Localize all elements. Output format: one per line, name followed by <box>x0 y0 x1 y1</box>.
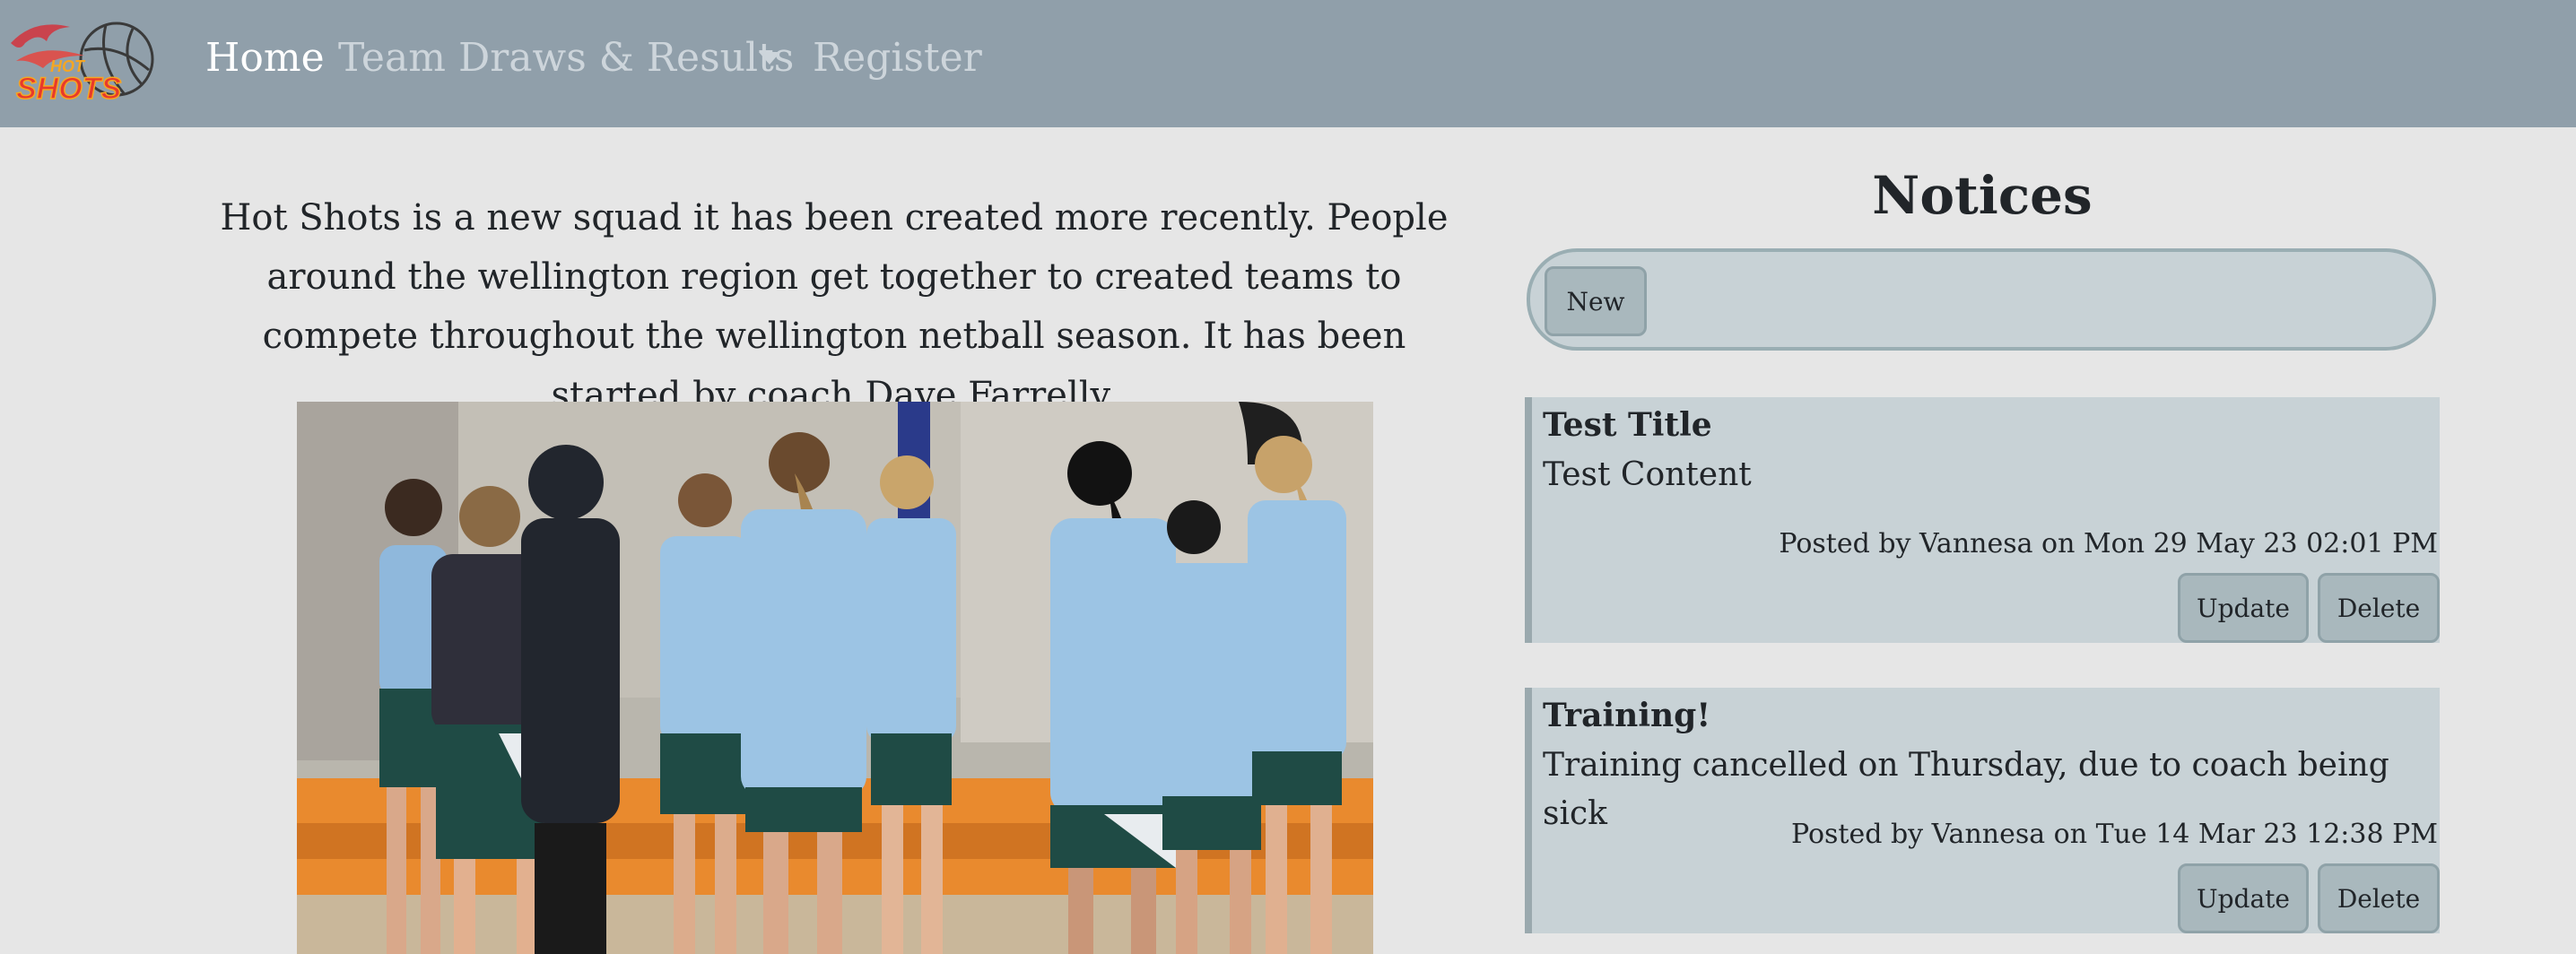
new-notice-button[interactable]: New <box>1545 266 1647 336</box>
notices-heading: Notices <box>1872 165 2093 226</box>
update-button[interactable]: Update <box>2178 573 2309 643</box>
notice-title: Test Title <box>1543 406 1712 444</box>
chevron-down-icon[interactable] <box>759 52 780 65</box>
nav-draws-results[interactable]: Draws & Results <box>458 32 794 84</box>
navbar: HOT SHOTS Home Team Draws & Results Regi… <box>0 0 2576 127</box>
notice-meta: Posted by Vannesa on Tue 14 Mar 23 12:38… <box>1790 819 2438 850</box>
notice-title: Training! <box>1543 697 1711 734</box>
nav-home[interactable]: Home <box>205 32 325 84</box>
intro-text: Hot Shots is a new squad it has been cre… <box>220 197 1449 416</box>
nav-register[interactable]: Register <box>813 32 982 84</box>
new-notice-bar: New <box>1527 248 2436 351</box>
update-button[interactable]: Update <box>2178 863 2309 933</box>
notice-card: Training! Training cancelled on Thursday… <box>1525 688 2440 933</box>
delete-button[interactable]: Delete <box>2318 573 2440 643</box>
hot-shots-logo[interactable]: HOT SHOTS <box>7 16 161 106</box>
notice-content: Test Content <box>1543 456 1752 493</box>
nav-team[interactable]: Team <box>338 32 446 84</box>
team-photo <box>297 402 1373 954</box>
notice-card: Test Title Test Content Posted by Vannes… <box>1525 397 2440 643</box>
delete-button[interactable]: Delete <box>2318 863 2440 933</box>
notice-meta: Posted by Vannesa on Mon 29 May 23 02:01… <box>1779 528 2438 559</box>
svg-text:SHOTS: SHOTS <box>16 72 121 106</box>
